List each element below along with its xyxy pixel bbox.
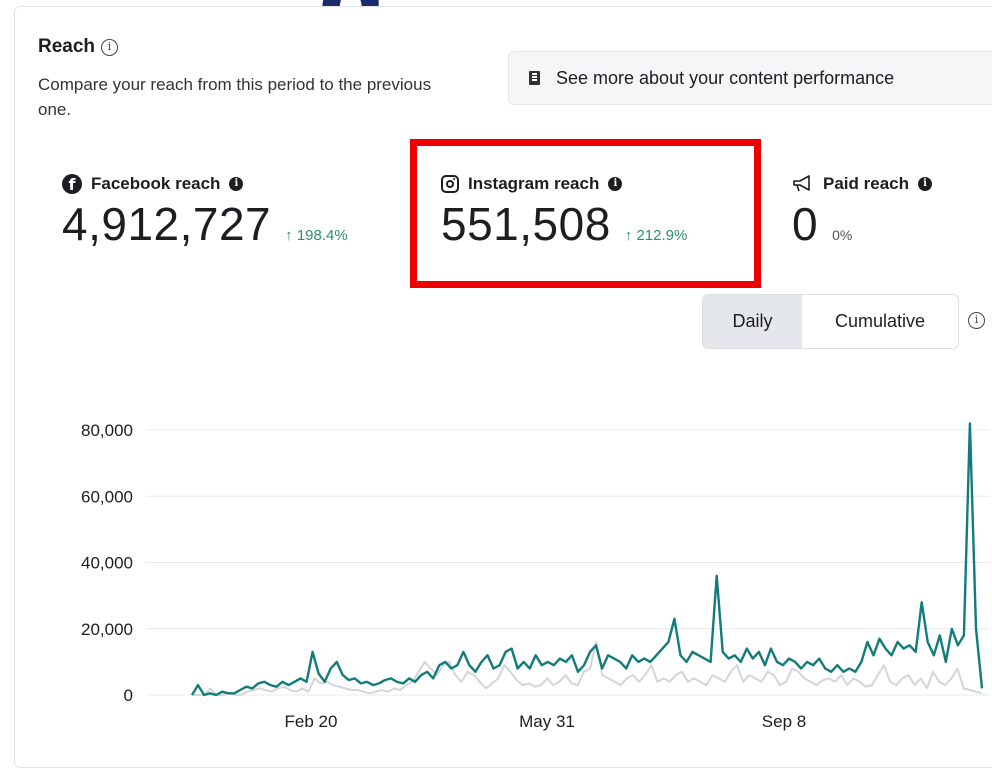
instagram-reach-series xyxy=(190,422,984,697)
x-tick-label: May 31 xyxy=(519,712,575,731)
x-tick-label: Feb 20 xyxy=(285,712,338,731)
y-tick-label: 40,000 xyxy=(81,554,133,573)
facebook-reach-series xyxy=(192,641,983,696)
reach-chart: 80,000 60,000 40,000 20,000 0 Feb 20 May 31 Sep… xyxy=(81,421,990,731)
y-tick-label: 80,000 xyxy=(81,421,133,440)
y-tick-label: 0 xyxy=(124,686,133,705)
y-tick-label: 20,000 xyxy=(81,620,133,639)
y-tick-label: 60,000 xyxy=(81,487,133,506)
x-tick-label: Sep 8 xyxy=(762,712,806,731)
